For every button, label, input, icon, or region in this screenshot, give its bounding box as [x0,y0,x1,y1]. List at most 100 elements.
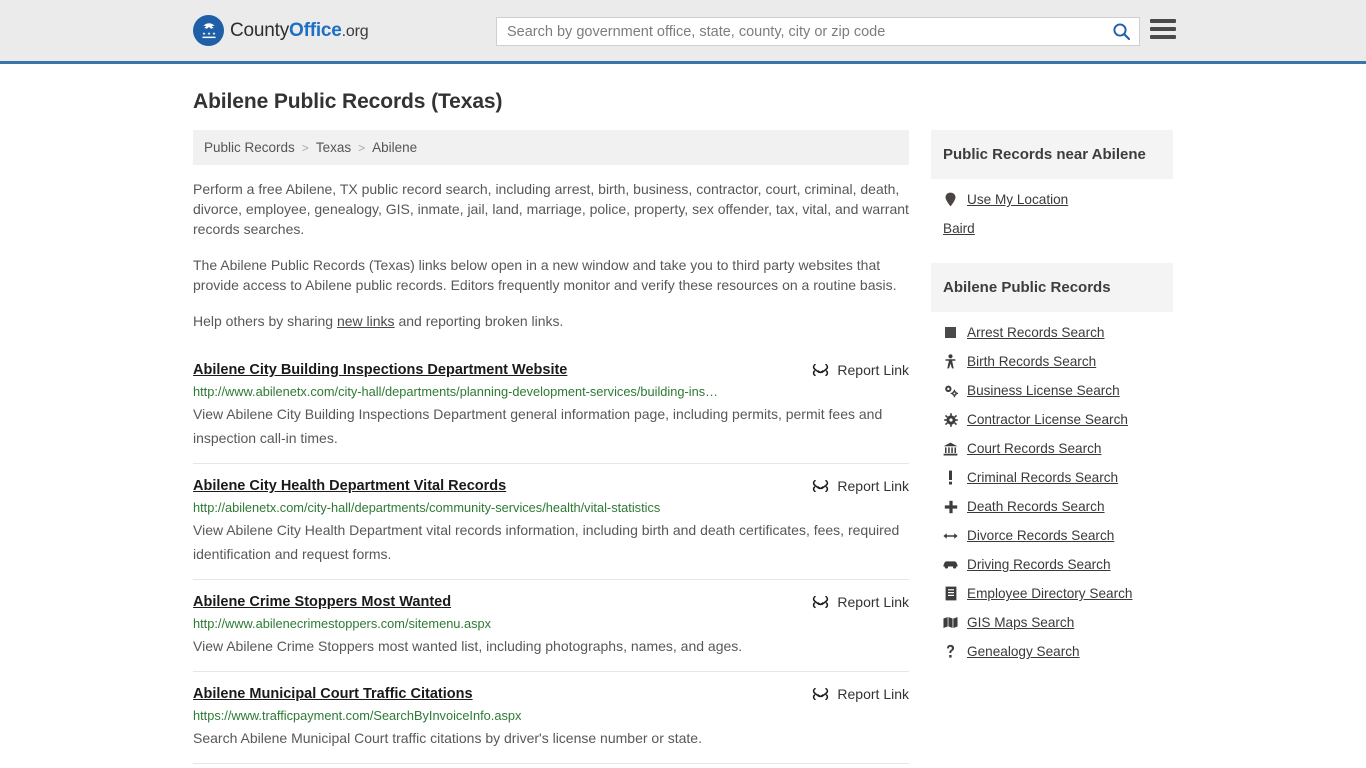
sidebar-item-label: Criminal Records Search [967,470,1119,485]
report-link-label: Report Link [837,594,909,610]
sidebar-item-label: Driving Records Search [967,557,1111,572]
sidebar-item-label: Court Records Search [967,441,1102,456]
intro-paragraph-3: Help others by sharing new links and rep… [193,311,909,331]
breadcrumb-item-texas[interactable]: Texas [316,140,351,155]
sidebar-item-arrest-records-search[interactable]: Arrest Records Search [931,318,1173,347]
cogs-icon [943,384,958,398]
site-logo-text: CountyOffice.org [230,19,369,42]
cog-icon [943,412,958,427]
sidebar-item-employee-directory-search[interactable]: Employee Directory Search [931,579,1173,608]
sidebar: Public Records near Abilene Use My Locat… [931,130,1173,686]
sidebar-item-label: Use My Location [967,192,1069,207]
sidebar-item-label: Business License Search [967,383,1120,398]
result-url[interactable]: http://abilenetx.com/city-hall/departmen… [193,500,909,516]
map-pin-icon [943,192,958,207]
report-link-label: Report Link [837,686,909,702]
sidebar-item-driving-records-search[interactable]: Driving Records Search [931,550,1173,579]
breadcrumb: Public Records > Texas > Abilene [193,130,909,165]
result-header: Abilene Municipal Court Traffic Citation… [193,685,909,703]
result-item: Abilene Municipal Court Warrants [193,763,909,768]
sidebar-item-label: Employee Directory Search [967,586,1133,601]
broken-link-icon [812,478,829,494]
site-header: CountyOffice.org [0,0,1366,64]
result-header: Abilene City Health Department Vital Rec… [193,477,909,495]
book-icon [943,586,958,601]
sidebar-item-court-records-search[interactable]: Court Records Search [931,434,1173,463]
near-card-title: Public Records near Abilene [931,130,1173,179]
result-title-link[interactable]: Abilene Municipal Court Traffic Citation… [193,685,473,703]
search-input[interactable] [497,23,1103,40]
broken-link-icon [812,362,829,378]
hamburger-bar [1150,35,1176,39]
result-url[interactable]: https://www.trafficpayment.com/SearchByI… [193,708,909,724]
site-logo[interactable]: CountyOffice.org [193,15,369,46]
main-column: Public Records > Texas > Abilene Perform… [193,130,909,768]
search-icon [1112,22,1131,41]
result-title-link[interactable]: Abilene City Building Inspections Depart… [193,361,567,379]
result-description: View Abilene Crime Stoppers most wanted … [193,638,743,654]
search-button[interactable] [1103,18,1139,45]
report-link-button[interactable]: Report Link [812,686,909,702]
sidebar-item-divorce-records-search[interactable]: Divorce Records Search [931,521,1173,550]
report-link-label: Report Link [837,362,909,378]
sidebar-item-label: Birth Records Search [967,354,1097,369]
breadcrumb-separator: > [301,140,309,155]
new-links-link[interactable]: new links [337,313,395,329]
breadcrumb-item-public-records[interactable]: Public Records [204,140,295,155]
result-description: Search Abilene Municipal Court traffic c… [193,730,702,746]
sidebar-item-label: Divorce Records Search [967,528,1115,543]
question-icon [943,644,958,659]
report-link-button[interactable]: Report Link [812,594,909,610]
sidebar-item-baird[interactable]: Baird [931,214,1173,243]
result-title-link[interactable]: Abilene City Health Department Vital Rec… [193,477,506,495]
search-bar[interactable] [496,17,1140,46]
hamburger-bar [1150,27,1176,31]
hamburger-menu-icon[interactable] [1150,19,1176,39]
sidebar-item-criminal-records-search[interactable]: Criminal Records Search [931,463,1173,492]
arrows-horizontal-icon [943,530,958,542]
breadcrumb-item-abilene[interactable]: Abilene [372,140,417,155]
result-description: View Abilene City Health Department vita… [193,522,900,562]
records-card-body: Arrest Records Search Birth Records Sear… [931,312,1173,666]
abilene-public-records-card: Abilene Public Records Arrest Records Se… [931,263,1173,666]
intro-paragraph-1: Perform a free Abilene, TX public record… [193,181,909,237]
result-url[interactable]: http://www.abilenetx.com/city-hall/depar… [193,384,909,400]
sidebar-item-label: Death Records Search [967,499,1105,514]
logo-text-county: County [230,19,290,41]
sidebar-item-death-records-search[interactable]: Death Records Search [931,492,1173,521]
eagle-emblem-icon [193,15,224,46]
result-item: Abilene Crime Stoppers Most Wanted Repor… [193,579,909,671]
sidebar-item-label: Arrest Records Search [967,325,1105,340]
report-link-button[interactable]: Report Link [812,362,909,378]
result-item: Abilene Municipal Court Traffic Citation… [193,671,909,763]
result-url[interactable]: http://www.abilenecrimestoppers.com/site… [193,616,909,632]
sidebar-item-genealogy-search[interactable]: Genealogy Search [931,637,1173,666]
sidebar-item-business-license-search[interactable]: Business License Search [931,376,1173,405]
result-description: View Abilene City Building Inspections D… [193,406,883,446]
report-link-button[interactable]: Report Link [812,478,909,494]
logo-text-office: Office [289,19,342,41]
square-icon [943,326,958,339]
intro-paragraph-2: The Abilene Public Records (Texas) links… [193,257,897,293]
exclamation-icon [943,470,958,485]
sidebar-item-label: Contractor License Search [967,412,1128,427]
result-header: Abilene Crime Stoppers Most Wanted Repor… [193,593,909,611]
bank-icon [943,442,958,456]
broken-link-icon [812,686,829,702]
sidebar-item-gis-maps-search[interactable]: GIS Maps Search [931,608,1173,637]
public-records-near-card: Public Records near Abilene Use My Locat… [931,130,1173,243]
page-container: Abilene Public Records (Texas) Public Re… [0,90,1366,768]
car-icon [943,559,958,570]
result-header: Abilene City Building Inspections Depart… [193,361,909,379]
sidebar-item-contractor-license-search[interactable]: Contractor License Search [931,405,1173,434]
intro-p3-after: and reporting broken links. [394,313,564,329]
broken-link-icon [812,594,829,610]
result-title-link[interactable]: Abilene Crime Stoppers Most Wanted [193,593,451,611]
content-columns: Public Records > Texas > Abilene Perform… [193,130,1173,768]
sidebar-item-birth-records-search[interactable]: Birth Records Search [931,347,1173,376]
sidebar-item-use-my-location[interactable]: Use My Location [931,185,1173,214]
intro-text: Perform a free Abilene, TX public record… [193,179,909,331]
near-card-body: Use My Location Baird [931,179,1173,243]
map-icon [943,616,958,629]
records-card-title: Abilene Public Records [931,263,1173,312]
